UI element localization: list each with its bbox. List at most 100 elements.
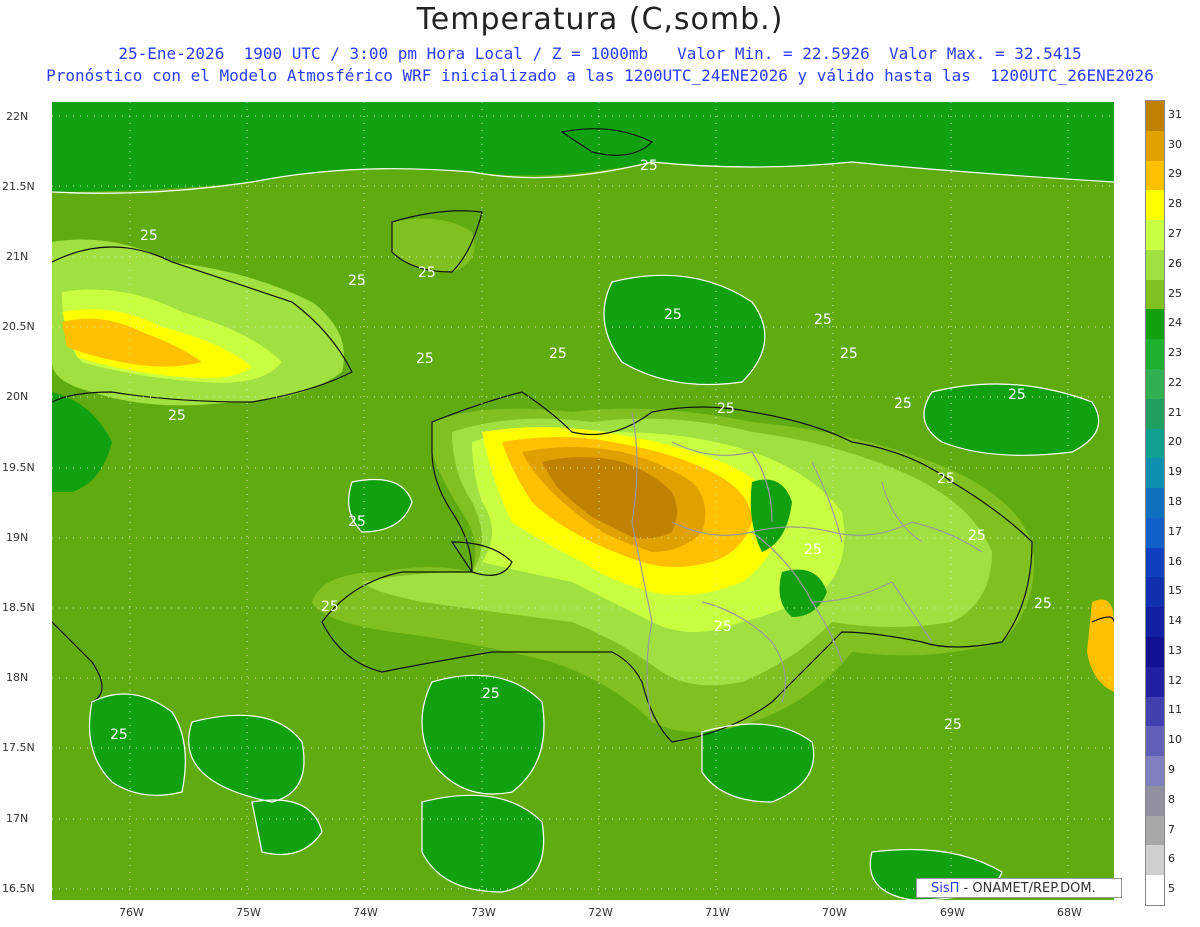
lat-label: 20N bbox=[6, 390, 29, 403]
colorbar-swatch bbox=[1146, 220, 1164, 251]
model-info-line: Pronóstico con el Modelo Atmosférico WRF… bbox=[46, 66, 1154, 85]
contour-label: 25 bbox=[110, 727, 128, 743]
colorbar-label: 18 bbox=[1168, 495, 1182, 508]
lon-label: 72W bbox=[588, 906, 613, 919]
lat-label: 18.5N bbox=[2, 601, 35, 614]
lon-label: 69W bbox=[940, 906, 965, 919]
colorbar-label: 15 bbox=[1168, 584, 1182, 598]
temperature-map: 25 25 25 25 25 25 25 25 25 25 25 25 25 2… bbox=[52, 102, 1114, 900]
colorbar-label: 31 bbox=[1168, 107, 1182, 121]
colorbar-swatch bbox=[1146, 577, 1164, 608]
contour-label: 25 bbox=[168, 408, 186, 424]
colorbar-swatch bbox=[1146, 101, 1164, 132]
contour-label: 25 bbox=[482, 686, 500, 702]
contour-label: 25 bbox=[418, 265, 436, 281]
colorbar-label: 10 bbox=[1168, 733, 1182, 747]
lon-label: 71W bbox=[705, 906, 730, 919]
colorbar-label: 30 bbox=[1168, 137, 1182, 151]
colorbar-swatch bbox=[1146, 190, 1164, 221]
colorbar-swatch bbox=[1146, 130, 1164, 162]
colorbar-label: 6 bbox=[1168, 852, 1175, 866]
contour-label: 25 bbox=[894, 396, 912, 412]
contour-label: 25 bbox=[944, 717, 962, 733]
colorbar-label: 21 bbox=[1168, 405, 1182, 419]
colorbar-label: 29 bbox=[1168, 167, 1182, 181]
colorbar-swatch bbox=[1146, 815, 1164, 846]
colorbar-swatch bbox=[1146, 339, 1164, 370]
lat-label: 22N bbox=[6, 110, 29, 123]
lon-label: 68W bbox=[1057, 906, 1082, 919]
lat-label: 19N bbox=[6, 531, 29, 544]
colorbar-swatch bbox=[1146, 845, 1164, 876]
lat-label: 16.5N bbox=[2, 882, 35, 895]
contour-label: 25 bbox=[549, 346, 567, 362]
contour-label: 25 bbox=[937, 471, 955, 487]
colorbar-swatch bbox=[1146, 696, 1164, 727]
colorbar-swatch bbox=[1146, 488, 1164, 519]
colorbar-swatch bbox=[1146, 428, 1164, 459]
lat-label: 19.5N bbox=[2, 461, 35, 474]
colorbar-label: 11 bbox=[1168, 703, 1182, 717]
colorbar-swatch bbox=[1146, 369, 1164, 400]
contour-label: 25 bbox=[714, 619, 732, 635]
colorbar-swatch bbox=[1146, 458, 1164, 489]
colorbar-label: 22 bbox=[1168, 375, 1182, 389]
colorbar-label: 26 bbox=[1168, 256, 1182, 270]
contour-label: 25 bbox=[664, 307, 682, 323]
colorbar-label: 16 bbox=[1168, 554, 1182, 568]
contour-label: 25 bbox=[717, 401, 735, 417]
colorbar-label: 20 bbox=[1168, 435, 1182, 449]
colorbar-swatch bbox=[1146, 279, 1164, 310]
lon-label: 75W bbox=[236, 906, 261, 919]
colorbar-swatch bbox=[1146, 726, 1164, 757]
contour-label: 25 bbox=[416, 351, 434, 367]
contour-label: 25 bbox=[1008, 387, 1026, 403]
colorbar-label: 14 bbox=[1168, 614, 1182, 628]
colorbar-label: 24 bbox=[1168, 316, 1182, 330]
colorbar-label: 13 bbox=[1168, 643, 1182, 657]
colorbar-label: 27 bbox=[1168, 227, 1182, 240]
contour-label: 25 bbox=[348, 514, 366, 530]
colorbar-swatch bbox=[1146, 875, 1164, 906]
colorbar-swatch bbox=[1146, 756, 1164, 787]
colorbar-swatch bbox=[1146, 547, 1164, 578]
lat-label: 21.5N bbox=[2, 180, 35, 193]
map-title: Temperatura (C,somb.) bbox=[416, 2, 784, 37]
colorbar bbox=[1145, 100, 1165, 906]
credit-box: SisΠ - ONAMET/REP.DOM. bbox=[916, 878, 1122, 898]
sispi-logo: SisΠ bbox=[931, 881, 960, 896]
contour-label: 25 bbox=[814, 312, 832, 328]
colorbar-label: 9 bbox=[1168, 763, 1175, 776]
colorbar-label: 19 bbox=[1168, 465, 1182, 479]
lat-label: 17N bbox=[6, 812, 29, 825]
colorbar-label: 12 bbox=[1168, 673, 1182, 687]
lat-label: 21N bbox=[6, 250, 29, 263]
contour-label: 25 bbox=[640, 158, 658, 174]
contour-label: 25 bbox=[140, 228, 158, 244]
colorbar-swatch bbox=[1146, 160, 1164, 191]
contour-label: 25 bbox=[804, 542, 822, 558]
colorbar-swatch bbox=[1146, 249, 1164, 281]
colorbar-swatch bbox=[1146, 607, 1164, 638]
colorbar-label: 7 bbox=[1168, 822, 1175, 836]
colorbar-swatch bbox=[1146, 309, 1164, 340]
valid-time-line: 25-Ene-2026 1900 UTC / 3:00 pm Hora Loca… bbox=[118, 44, 1082, 63]
colorbar-label: 23 bbox=[1168, 346, 1182, 360]
lat-label: 18N bbox=[6, 671, 29, 684]
colorbar-label: 25 bbox=[1168, 286, 1182, 300]
contour-label: 25 bbox=[840, 346, 858, 362]
colorbar-swatch bbox=[1146, 785, 1164, 817]
lat-label: 20.5N bbox=[2, 320, 35, 333]
colorbar-label: 17 bbox=[1168, 524, 1182, 538]
lon-label: 73W bbox=[471, 906, 496, 919]
colorbar-label: 28 bbox=[1168, 197, 1182, 211]
contour-label: 25 bbox=[1034, 596, 1052, 612]
colorbar-swatch bbox=[1146, 666, 1164, 698]
lon-label: 74W bbox=[353, 906, 378, 919]
colorbar-swatch bbox=[1146, 637, 1164, 668]
colorbar-swatch bbox=[1146, 517, 1164, 549]
contour-label: 25 bbox=[321, 599, 339, 615]
colorbar-label: 5 bbox=[1168, 882, 1175, 896]
colorbar-swatch bbox=[1146, 398, 1164, 430]
contour-label: 25 bbox=[348, 273, 366, 289]
